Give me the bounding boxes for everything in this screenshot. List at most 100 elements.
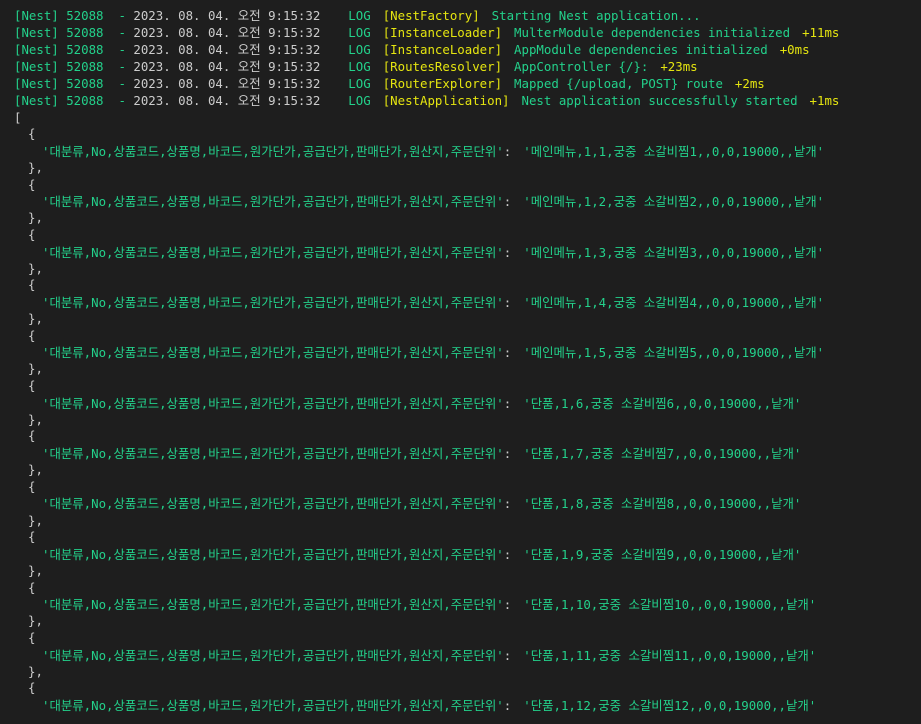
log-duration: +1ms <box>809 93 840 108</box>
entry-colon: : <box>503 345 512 361</box>
log-prefix: [Nest] 52088 <box>14 42 104 57</box>
nest-log-block: [Nest] 52088 - 2023. 08. 04. 오전 9:15:32 L… <box>0 0 921 109</box>
object-entry: '대분류,No,상품코드,상품명,바코드,원가단가,공급단가,판매단가,원산지,… <box>14 143 921 160</box>
log-separator: - <box>103 76 134 91</box>
object-close-brace: }, <box>28 512 43 528</box>
entry-colon: : <box>503 143 512 159</box>
object-entry: '대분류,No,상품코드,상품명,바코드,원가단가,공급단가,판매단가,원산지,… <box>14 647 921 664</box>
object-open-brace: { <box>28 226 36 242</box>
object-open-brace: { <box>28 327 36 343</box>
entry-colon: : <box>503 395 512 411</box>
object-entry: '대분류,No,상품코드,상품명,바코드,원가단가,공급단가,판매단가,원산지,… <box>14 395 921 412</box>
object-entry: '대분류,No,상품코드,상품명,바코드,원가단가,공급단가,판매단가,원산지,… <box>14 546 921 563</box>
log-separator: - <box>103 25 134 40</box>
log-duration: +23ms <box>660 59 698 74</box>
object-entry: '대분류,No,상품코드,상품명,바코드,원가단가,공급단가,판매단가,원산지,… <box>14 596 921 613</box>
object-close-brace: }, <box>28 411 43 427</box>
object-open-brace: { <box>28 680 36 696</box>
entry-colon: : <box>503 496 512 512</box>
log-prefix: [Nest] 52088 <box>14 93 104 108</box>
entry-value: '단품,1,11,궁중 소갈비찜11,,0,0,19000,,낱개' <box>523 647 817 663</box>
log-separator: - <box>103 8 134 23</box>
terminal-output[interactable]: [Nest] 52088 - 2023. 08. 04. 오전 9:15:32 L… <box>0 0 921 724</box>
entry-value: '단품,1,10,궁중 소갈비찜10,,0,0,19000,,낱개' <box>523 597 817 613</box>
log-prefix: [Nest] 52088 <box>14 25 104 40</box>
log-line: [Nest] 52088 - 2023. 08. 04. 오전 9:15:32 L… <box>14 75 921 92</box>
log-level: LOG <box>348 76 371 91</box>
entry-key: '대분류,No,상품코드,상품명,바코드,원가단가,공급단가,판매단가,원산지,… <box>42 194 504 210</box>
entry-key: '대분류,No,상품코드,상품명,바코드,원가단가,공급단가,판매단가,원산지,… <box>42 244 504 260</box>
entry-key: '대분류,No,상품코드,상품명,바코드,원가단가,공급단가,판매단가,원산지,… <box>42 546 504 562</box>
object-open-brace: { <box>28 378 36 394</box>
log-level: LOG <box>348 59 371 74</box>
object-open-brace: { <box>28 176 36 192</box>
log-context: [NestApplication] <box>382 93 510 108</box>
object-open-brace: { <box>28 428 36 444</box>
entry-colon: : <box>503 294 512 310</box>
log-duration: +0ms <box>779 42 810 57</box>
log-separator: - <box>103 93 134 108</box>
log-context: [InstanceLoader] <box>382 42 503 57</box>
log-level: LOG <box>348 93 371 108</box>
entry-key: '대분류,No,상품코드,상품명,바코드,원가단가,공급단가,판매단가,원산지,… <box>42 697 504 713</box>
entry-value: '단품,1,12,궁중 소갈비찜12,,0,0,19000,,낱개' <box>523 697 817 713</box>
log-context: [NestFactory] <box>382 8 480 23</box>
log-separator: - <box>103 42 134 57</box>
log-timestamp: 2023. 08. 04. 오전 9:15:32 <box>133 93 321 108</box>
log-level: LOG <box>348 8 371 23</box>
log-timestamp: 2023. 08. 04. 오전 9:15:32 <box>133 42 321 57</box>
log-message: AppModule dependencies initialized <box>514 42 768 57</box>
log-line: [Nest] 52088 - 2023. 08. 04. 오전 9:15:32 L… <box>14 92 921 109</box>
object-open-brace: { <box>28 126 36 142</box>
entry-value: '단품,1,6,궁중 소갈비찜6,,0,0,19000,,낱개' <box>523 395 802 411</box>
log-message: MulterModule dependencies initialized <box>514 25 791 40</box>
entry-key: '대분류,No,상품코드,상품명,바코드,원가단가,공급단가,판매단가,원산지,… <box>42 143 504 159</box>
log-message: Starting Nest application... <box>491 8 701 23</box>
log-prefix: [Nest] 52088 <box>14 76 104 91</box>
object-entry: '대분류,No,상품코드,상품명,바코드,원가단가,공급단가,판매단가,원산지,… <box>14 445 921 462</box>
entry-colon: : <box>503 647 512 663</box>
object-open-brace: { <box>28 529 36 545</box>
entry-value: '메인메뉴,1,2,궁중 소갈비찜2,,0,0,19000,,낱개' <box>523 194 825 210</box>
open-bracket: [ <box>14 110 22 125</box>
log-message: Nest application successfully started <box>521 93 798 108</box>
object-open-brace: { <box>28 629 36 645</box>
log-context: [InstanceLoader] <box>382 25 503 40</box>
object-close-brace: }, <box>28 562 43 578</box>
log-level: LOG <box>348 42 371 57</box>
entry-value: '메인메뉴,1,5,궁중 소갈비찜5,,0,0,19000,,낱개' <box>523 345 825 361</box>
log-prefix: [Nest] 52088 <box>14 59 104 74</box>
object-close-brace: }, <box>28 210 43 226</box>
object-close-brace: }, <box>28 311 43 327</box>
log-context: [RouterExplorer] <box>382 76 503 91</box>
object-entry: '대분류,No,상품코드,상품명,바코드,원가단가,공급단가,판매단가,원산지,… <box>14 495 921 512</box>
object-open-brace: { <box>28 579 36 595</box>
object-open-brace: { <box>28 277 36 293</box>
log-duration: +2ms <box>734 76 765 91</box>
object-dump: [ {'대분류,No,상품코드,상품명,바코드,원가단가,공급단가,판매단가,원… <box>14 109 921 714</box>
entry-key: '대분류,No,상품코드,상품명,바코드,원가단가,공급단가,판매단가,원산지,… <box>42 496 504 512</box>
entry-value: '단품,1,9,궁중 소갈비찜9,,0,0,19000,,낱개' <box>523 546 802 562</box>
entry-key: '대분류,No,상품코드,상품명,바코드,원가단가,공급단가,판매단가,원산지,… <box>42 294 504 310</box>
log-line: [Nest] 52088 - 2023. 08. 04. 오전 9:15:32 L… <box>14 41 921 58</box>
entry-value: '단품,1,8,궁중 소갈비찜8,,0,0,19000,,낱개' <box>523 496 802 512</box>
object-entry: '대분류,No,상품코드,상품명,바코드,원가단가,공급단가,판매단가,원산지,… <box>14 697 921 714</box>
object-close-brace: }, <box>28 260 43 276</box>
log-message: Mapped {/upload, POST} route <box>514 76 723 91</box>
entry-key: '대분류,No,상품코드,상품명,바코드,원가단가,공급단가,판매단가,원산지,… <box>42 597 504 613</box>
log-context: [RoutesResolver] <box>382 59 503 74</box>
log-message: AppController {/}: <box>514 59 649 74</box>
object-close-brace: }, <box>28 663 43 679</box>
object-close-brace: }, <box>28 159 43 175</box>
log-line: [Nest] 52088 - 2023. 08. 04. 오전 9:15:32 L… <box>14 7 921 24</box>
entry-colon: : <box>503 546 512 562</box>
entry-key: '대분류,No,상품코드,상품명,바코드,원가단가,공급단가,판매단가,원산지,… <box>42 345 504 361</box>
object-entry: '대분류,No,상품코드,상품명,바코드,원가단가,공급단가,판매단가,원산지,… <box>14 193 921 210</box>
object-entry: '대분류,No,상품코드,상품명,바코드,원가단가,공급단가,판매단가,원산지,… <box>14 294 921 311</box>
log-line: [Nest] 52088 - 2023. 08. 04. 오전 9:15:32 L… <box>14 24 921 41</box>
object-entry: '대분류,No,상품코드,상품명,바코드,원가단가,공급단가,판매단가,원산지,… <box>14 344 921 361</box>
entry-key: '대분류,No,상품코드,상품명,바코드,원가단가,공급단가,판매단가,원산지,… <box>42 647 504 663</box>
object-close-brace: }, <box>28 361 43 377</box>
object-close-brace: }, <box>28 462 43 478</box>
log-timestamp: 2023. 08. 04. 오전 9:15:32 <box>133 25 321 40</box>
